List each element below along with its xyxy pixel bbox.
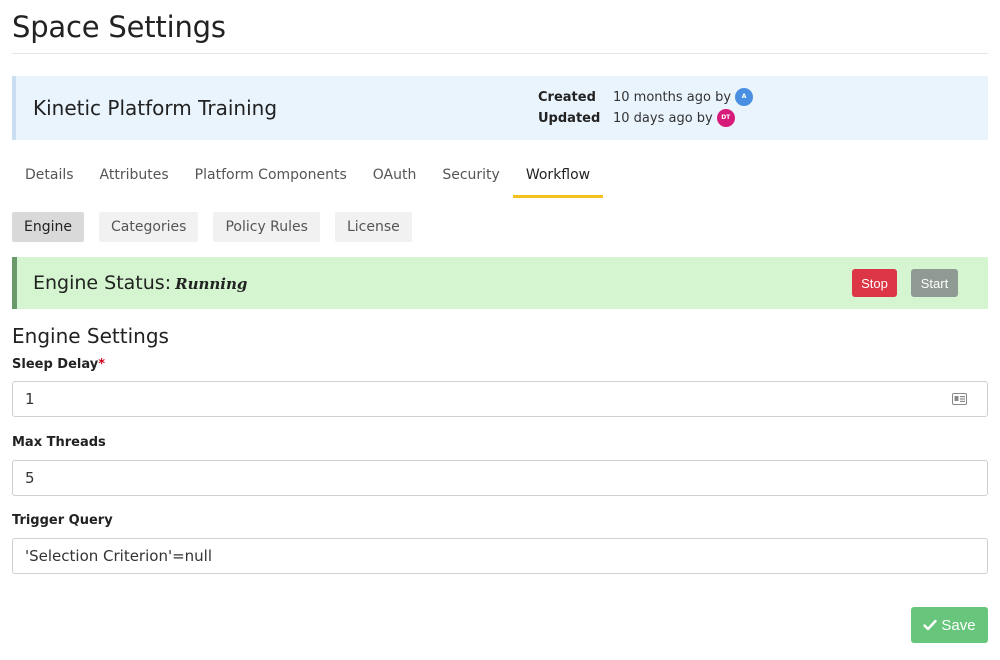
- sleep-delay-field: [12, 381, 988, 417]
- tab-platform-components[interactable]: Platform Components: [182, 162, 360, 198]
- updater-avatar[interactable]: DT: [716, 109, 735, 127]
- max-threads-input[interactable]: [13, 461, 987, 495]
- tab-security[interactable]: Security: [429, 162, 513, 198]
- required-mark: *: [98, 357, 106, 372]
- sleep-delay-label-text: Sleep Delay: [12, 357, 99, 372]
- engine-status-label: Engine Status:: [33, 272, 172, 294]
- subtab-categories[interactable]: Categories: [98, 212, 199, 242]
- engine-settings-title: Engine Settings: [12, 324, 169, 348]
- sleep-delay-input[interactable]: [13, 382, 987, 416]
- subtab-engine[interactable]: Engine: [12, 212, 84, 242]
- title-divider: [12, 53, 988, 54]
- max-threads-field: [12, 460, 988, 496]
- sleep-delay-label: Sleep Delay*: [12, 357, 105, 372]
- trigger-query-field: [12, 538, 988, 574]
- engine-status-bar: Engine Status: Running Stop Start: [12, 257, 988, 309]
- trigger-query-label: Trigger Query: [12, 513, 113, 528]
- updated-value: 10 days ago by: [613, 110, 713, 126]
- settings-tabs: Details Attributes Platform Components O…: [12, 162, 604, 198]
- engine-status-value: Running: [175, 275, 248, 293]
- max-threads-label: Max Threads: [12, 435, 106, 450]
- workflow-subtabs: Engine Categories Policy Rules License: [12, 212, 427, 242]
- tab-workflow[interactable]: Workflow: [512, 162, 604, 198]
- page-title: Space Settings: [12, 10, 226, 44]
- subtab-policy-rules[interactable]: Policy Rules: [213, 212, 320, 242]
- tab-attributes[interactable]: Attributes: [87, 162, 182, 198]
- checkmark-icon: [923, 619, 938, 631]
- space-header: Kinetic Platform Training Created 10 mon…: [12, 76, 988, 140]
- created-value: 10 months ago by: [613, 89, 732, 105]
- creator-avatar[interactable]: A: [735, 88, 754, 106]
- space-name: Kinetic Platform Training: [33, 96, 278, 120]
- created-label: Created: [538, 90, 596, 105]
- trigger-query-input[interactable]: [13, 539, 987, 573]
- stop-button[interactable]: Stop: [852, 269, 897, 297]
- engine-status: Engine Status: Running: [33, 272, 247, 294]
- contact-card-icon: [952, 393, 967, 405]
- tab-oauth[interactable]: OAuth: [360, 162, 430, 198]
- start-button[interactable]: Start: [911, 269, 958, 297]
- save-button[interactable]: Save: [911, 607, 988, 643]
- subtab-license[interactable]: License: [334, 212, 412, 242]
- updated-label: Updated: [538, 111, 601, 126]
- tab-details[interactable]: Details: [12, 162, 87, 198]
- created-info: 10 months ago by A: [613, 88, 754, 106]
- save-label: Save: [941, 616, 976, 634]
- updated-info: 10 days ago by DT: [613, 109, 735, 127]
